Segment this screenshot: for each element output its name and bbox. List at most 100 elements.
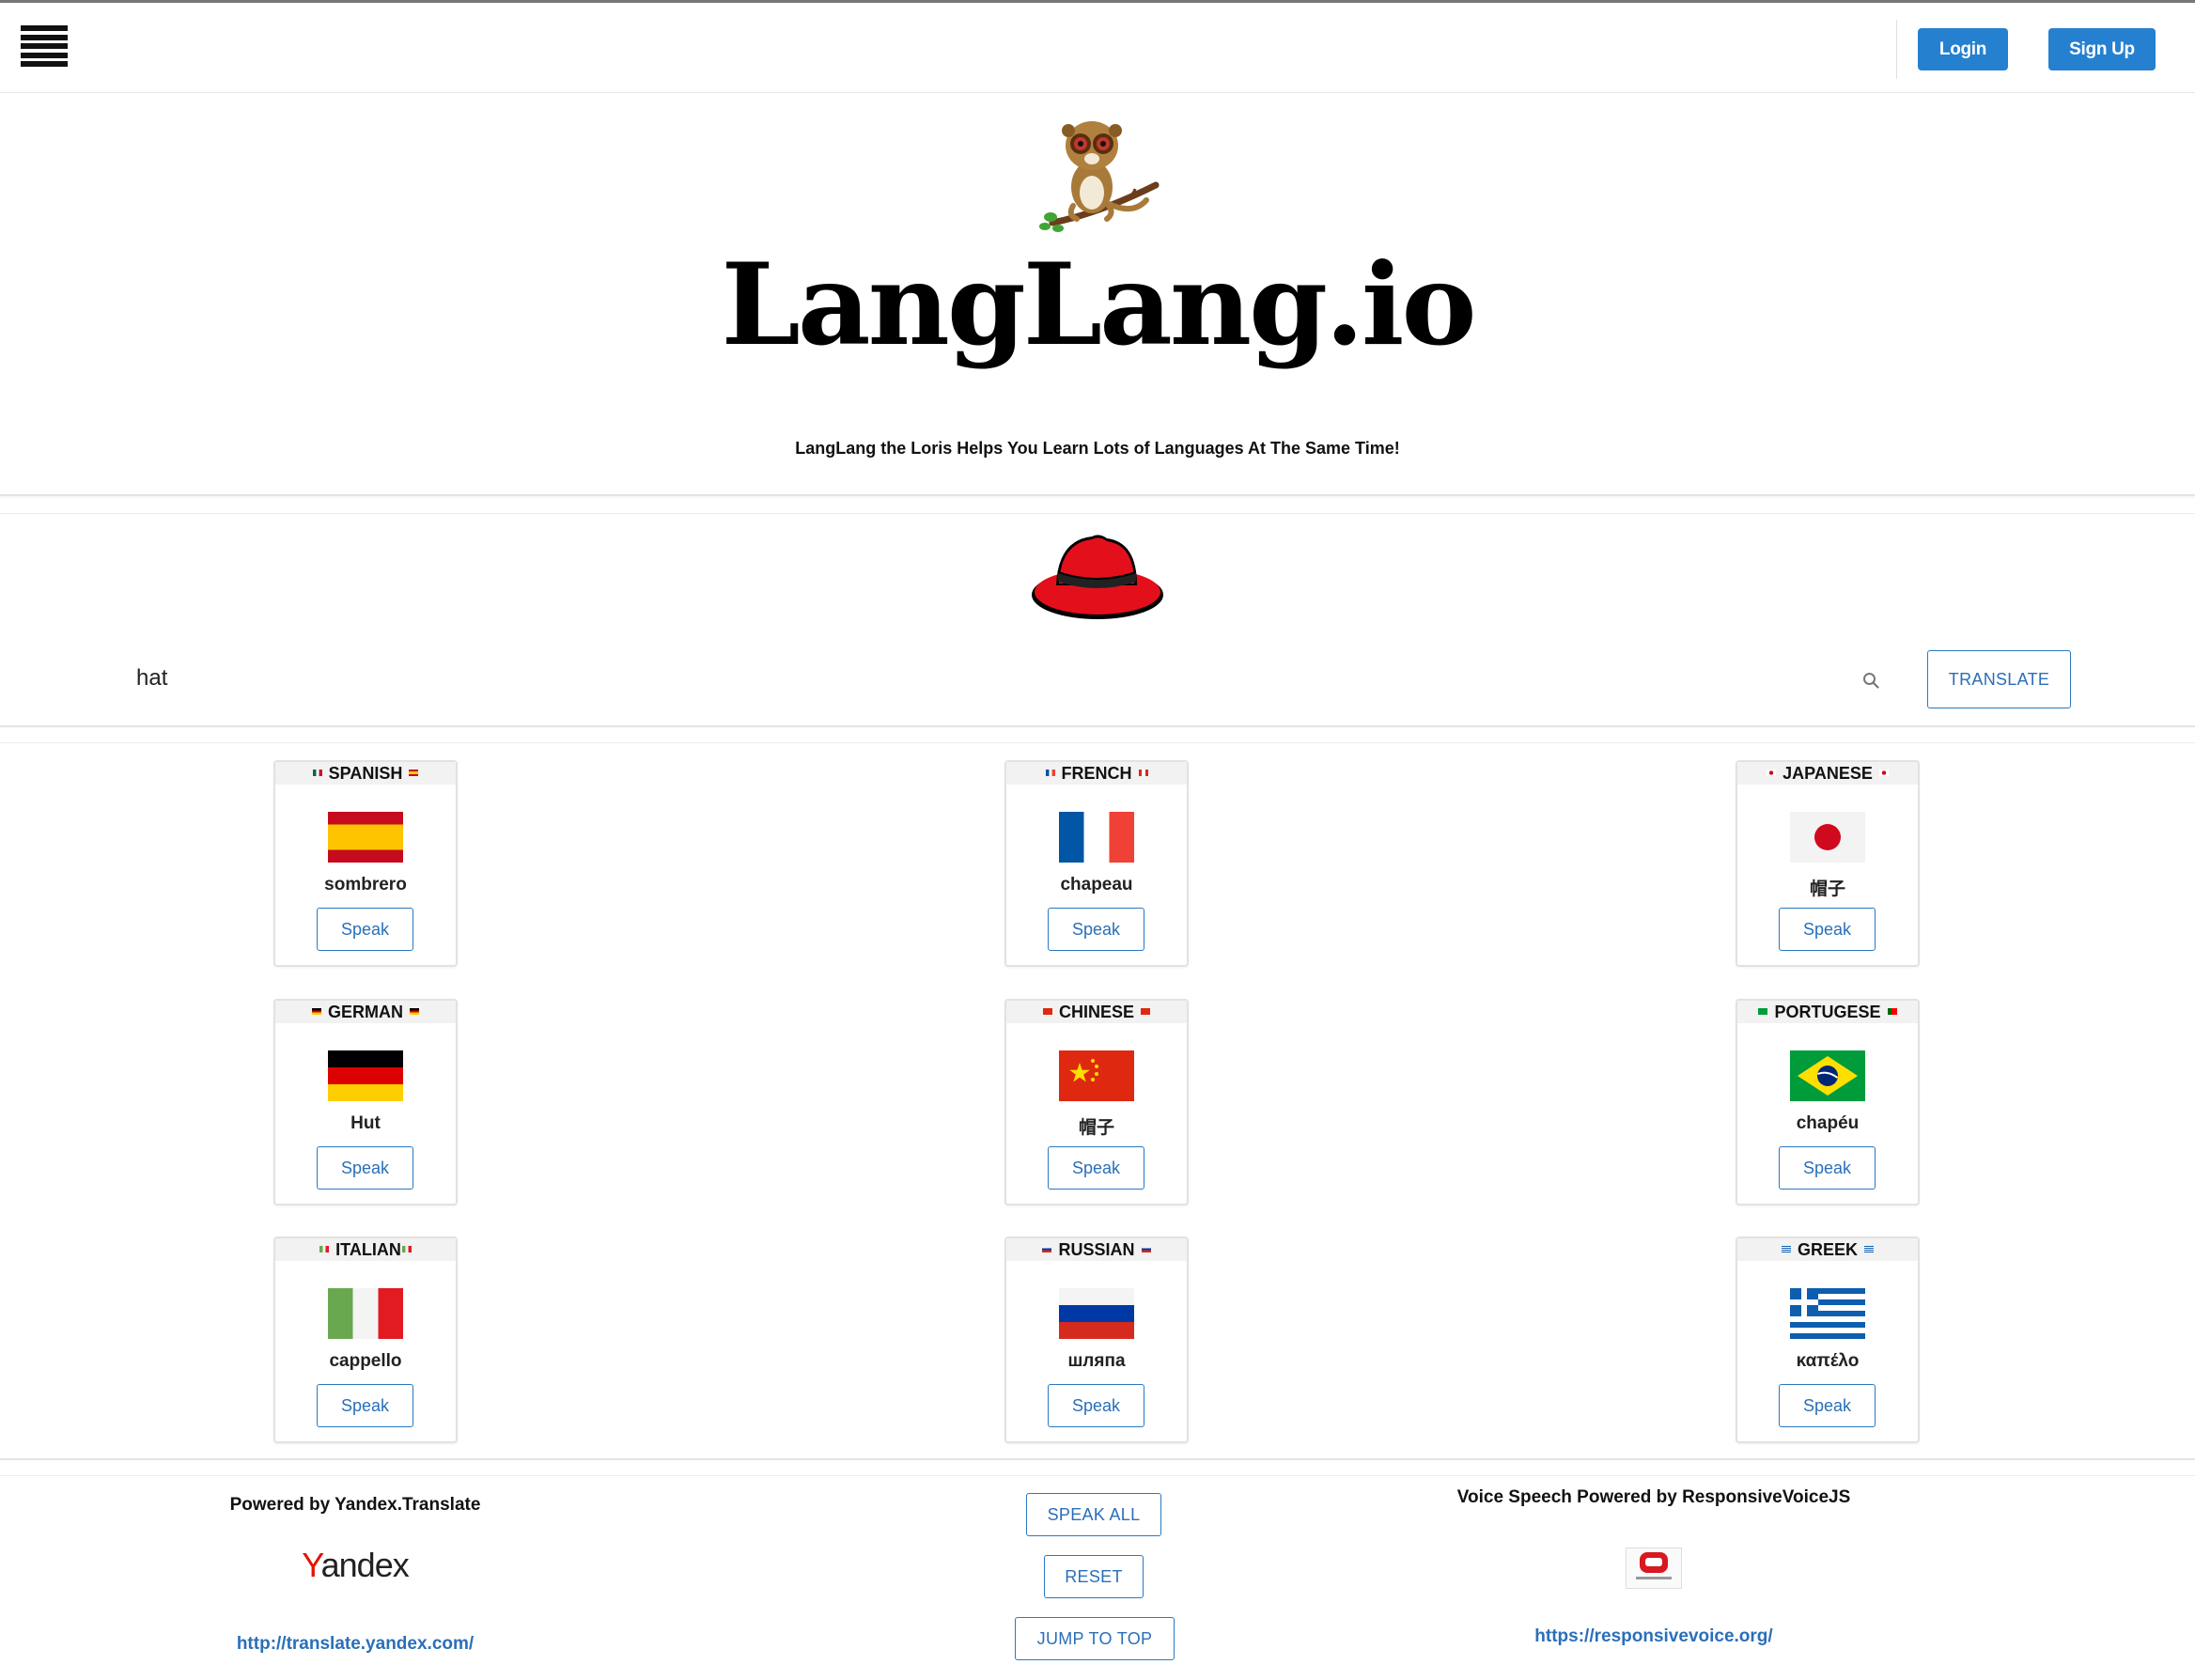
italy-flag: [328, 1288, 403, 1339]
canada-flag-icon: [1138, 769, 1148, 776]
speak-button[interactable]: Speak: [1048, 1146, 1144, 1190]
speak-button[interactable]: Speak: [1048, 908, 1144, 951]
card-header: CHINESE: [1006, 1001, 1187, 1023]
search-icon[interactable]: [1862, 672, 1879, 689]
language-name: FRENCH: [1061, 764, 1132, 783]
nav-divider: [1896, 20, 1897, 79]
china-flag: [1059, 1050, 1134, 1101]
speak-button[interactable]: Speak: [317, 1384, 413, 1427]
language-name: ITALIAN: [335, 1240, 401, 1259]
greece-flag: [1790, 1288, 1865, 1339]
yandex-logo[interactable]: Yandex: [207, 1546, 504, 1585]
card-header: GERMAN: [275, 1001, 456, 1023]
responsivevoice-link-block: https://responsivevoice.org/: [1409, 1626, 1898, 1647]
italy-flag-icon: [401, 1245, 412, 1252]
site-title: LangLang.io: [721, 239, 1477, 371]
russia-flag: [1059, 1288, 1134, 1339]
speak-button[interactable]: Speak: [1779, 1384, 1876, 1427]
hero-section: LangLang.io LangLang the Loris Helps You…: [0, 93, 2195, 496]
translate-button[interactable]: TRANSLATE: [1927, 650, 2071, 708]
germany-flag-icon: [312, 1007, 321, 1015]
card-header: SPANISH: [275, 762, 456, 785]
card-header: GREEK: [1737, 1238, 1918, 1261]
speak-button[interactable]: Speak: [317, 1146, 413, 1190]
italy-flag-icon: [319, 1245, 330, 1252]
speak-button[interactable]: Speak: [317, 908, 413, 951]
japan-flag: [1790, 812, 1865, 863]
hamburger-menu-icon[interactable]: [21, 25, 68, 67]
card-greek: GREEK καπέλο Speak: [1736, 1237, 1920, 1443]
brazil-diamond-icon: [1798, 1056, 1858, 1096]
china-flag-icon: [1042, 1007, 1052, 1015]
translated-word: 帽子: [1809, 879, 1845, 899]
responsivevoice-logo[interactable]: [1626, 1548, 1682, 1589]
china-flag-icon: [1141, 1007, 1150, 1015]
card-chinese: CHINESE 帽子 Speak: [1004, 999, 1189, 1206]
france-flag: [1059, 812, 1134, 863]
speech-bubble-icon: [1636, 1552, 1672, 1579]
reset-button[interactable]: RESET: [1044, 1555, 1144, 1598]
card-header: PORTUGESE: [1737, 1001, 1918, 1023]
hat-image: [1032, 535, 1163, 619]
speak-all-button[interactable]: SPEAK ALL: [1026, 1493, 1161, 1536]
yandex-link-block: http://translate.yandex.com/: [207, 1634, 504, 1655]
language-name: CHINESE: [1058, 1003, 1134, 1021]
responsivevoice-link[interactable]: https://responsivevoice.org/: [1534, 1626, 1772, 1646]
russia-flag-icon: [1141, 1245, 1151, 1252]
language-name: SPANISH: [328, 764, 403, 783]
language-name: PORTUGESE: [1774, 1003, 1881, 1021]
card-german: GERMAN Hut Speak: [273, 999, 458, 1206]
japan-flag-icon: [1878, 769, 1889, 776]
footer: Powered by Yandex.Translate Yandex http:…: [0, 1475, 2195, 1680]
yandex-logo-text: andex: [320, 1546, 410, 1584]
card-header: RUSSIAN: [1006, 1238, 1187, 1261]
loris-mascot-logo: [1039, 121, 1160, 232]
search-input[interactable]: [136, 655, 1875, 702]
language-name: RUSSIAN: [1058, 1240, 1135, 1259]
card-japanese: JAPANESE 帽子 Speak: [1736, 760, 1920, 967]
greece-cross-icon: [1790, 1288, 1818, 1316]
signup-button[interactable]: Sign Up: [2048, 28, 2156, 70]
greece-flag-icon: [1864, 1245, 1874, 1252]
spain-flag: [328, 812, 403, 863]
mexico-flag-icon: [312, 769, 322, 776]
japan-flag-icon: [1767, 769, 1777, 776]
login-button[interactable]: Login: [1918, 28, 2008, 70]
germany-flag: [328, 1050, 403, 1101]
card-french: FRENCH chapeau Speak: [1004, 760, 1189, 967]
brazil-flag: [1790, 1050, 1865, 1101]
card-spanish: SPANISH sombrero Speak: [273, 760, 458, 967]
translated-word: καπέλο: [1796, 1351, 1860, 1371]
jump-to-top-button[interactable]: JUMP TO TOP: [1015, 1617, 1175, 1660]
speak-button[interactable]: Speak: [1779, 1146, 1876, 1190]
france-flag-icon: [1045, 769, 1055, 776]
translated-word: cappello: [329, 1351, 402, 1371]
translated-word: шляпа: [1067, 1351, 1126, 1371]
translated-word: chapéu: [1796, 1113, 1860, 1133]
language-name: GERMAN: [328, 1003, 403, 1021]
top-navbar: Login Sign Up: [0, 0, 2195, 93]
card-italian: ITALIAN cappello Speak: [273, 1237, 458, 1443]
translated-word: chapeau: [1060, 875, 1133, 894]
yandex-credit-block: Powered by Yandex.Translate: [207, 1495, 504, 1516]
voice-credit-text: Voice Speech Powered by ResponsiveVoiceJ…: [1456, 1487, 1851, 1507]
yandex-credit-text: Powered by Yandex.Translate: [229, 1495, 481, 1515]
translated-word: 帽子: [1078, 1118, 1114, 1138]
card-header: JAPANESE: [1737, 762, 1918, 785]
china-stars-icon: [1069, 1059, 1098, 1082]
germany-flag-icon: [410, 1007, 419, 1015]
translated-word: sombrero: [324, 875, 407, 894]
language-name: JAPANESE: [1782, 764, 1873, 783]
site-tagline: LangLang the Loris Helps You Learn Lots …: [795, 439, 1400, 458]
portugal-flag-icon: [1887, 1007, 1897, 1015]
card-header: FRENCH: [1006, 762, 1187, 785]
spain-flag-icon: [409, 769, 419, 776]
speak-button[interactable]: Speak: [1779, 908, 1876, 951]
brazil-flag-icon: [1758, 1007, 1768, 1015]
translated-word: Hut: [350, 1113, 381, 1133]
translation-results: SPANISH sombrero Speak FRENCH chapeau Sp…: [0, 742, 2195, 1460]
speak-button[interactable]: Speak: [1048, 1384, 1144, 1427]
yandex-link[interactable]: http://translate.yandex.com/: [237, 1634, 474, 1654]
greece-flag-icon: [1781, 1245, 1791, 1252]
card-header: ITALIAN: [275, 1238, 456, 1261]
